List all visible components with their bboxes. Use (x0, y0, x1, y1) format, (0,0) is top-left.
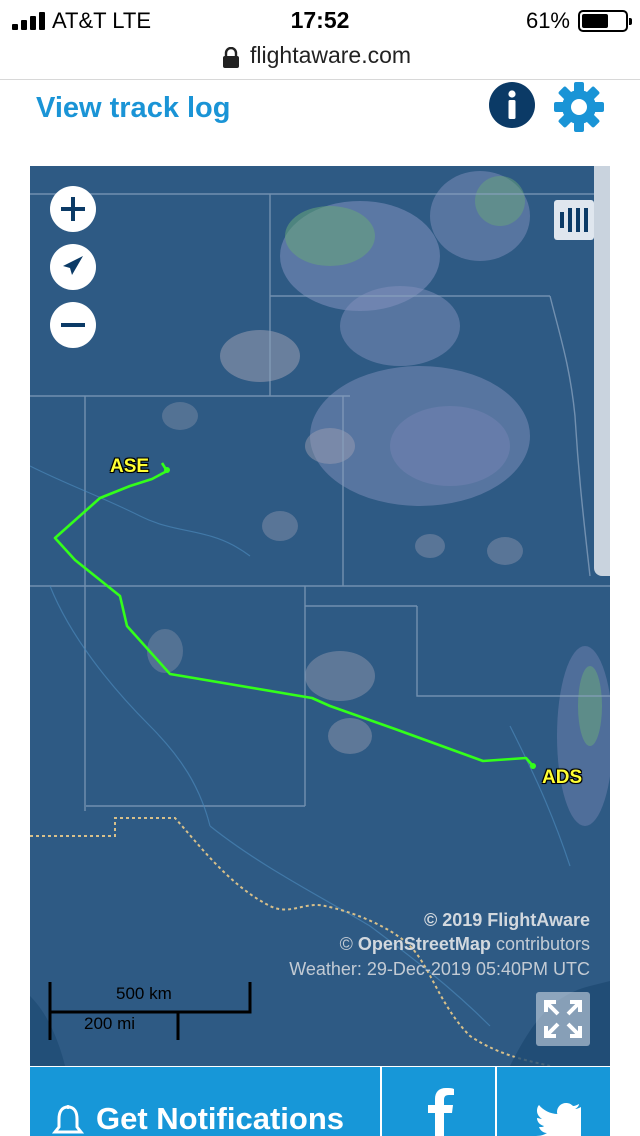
zoom-out-icon (61, 323, 85, 327)
address-bar[interactable]: flightaware.com (0, 38, 640, 80)
gear-icon (554, 82, 604, 132)
zoom-in-button[interactable] (50, 186, 96, 232)
flightaware-attribution: © 2019 FlightAware (424, 910, 590, 930)
page-header: View track log (0, 80, 640, 150)
scale-mi-label: 200 mi (84, 1014, 136, 1033)
zoom-in-icon (61, 197, 85, 221)
destination-marker (530, 763, 536, 769)
url-text[interactable]: flightaware.com (250, 42, 411, 69)
bottom-action-bar: Get Notifications (30, 1067, 610, 1136)
weather-radar-layer (147, 171, 610, 826)
flight-map[interactable]: ASE ADS © 2019 FlightAware © OpenStreetM… (30, 166, 610, 1066)
destination-airport-label[interactable]: ADS (542, 767, 582, 789)
facebook-share-button[interactable] (380, 1067, 494, 1136)
layers-button[interactable] (554, 200, 594, 240)
layers-icon (560, 208, 588, 232)
osm-suffix: contributors (495, 934, 590, 954)
osm-copyright-symbol: © (339, 934, 353, 954)
status-bar: AT&T LTE 17:52 61% (0, 0, 640, 42)
compass-button[interactable] (50, 244, 96, 290)
get-notifications-button[interactable]: Get Notifications (30, 1067, 378, 1136)
info-button[interactable] (489, 82, 535, 128)
battery-icon (578, 10, 632, 32)
osm-link[interactable]: OpenStreetMap (358, 934, 491, 954)
get-notifications-label: Get Notifications (96, 1101, 345, 1136)
origin-airport-label[interactable]: ASE (110, 456, 149, 478)
settings-button[interactable] (552, 80, 606, 134)
origin-marker (164, 467, 170, 473)
scale-km-label: 500 km (116, 984, 172, 1003)
map-scale: 500 km 200 mi (48, 982, 252, 1040)
lock-icon (223, 47, 239, 68)
osm-attribution: © OpenStreetMap contributors (340, 934, 590, 955)
bell-icon (52, 1105, 84, 1134)
side-panel-handle[interactable] (594, 166, 610, 576)
map-canvas[interactable] (30, 166, 610, 1066)
facebook-icon (428, 1088, 454, 1136)
twitter-share-button[interactable] (495, 1067, 610, 1136)
fullscreen-button[interactable] (536, 992, 590, 1046)
compass-icon (63, 256, 83, 275)
info-icon (508, 90, 516, 119)
flight-route (53, 462, 534, 767)
view-track-log-link[interactable]: View track log (36, 92, 231, 125)
zoom-out-button[interactable] (50, 302, 96, 348)
twitter-icon (536, 1103, 581, 1136)
expand-icon (544, 1000, 582, 1038)
weather-timestamp: Weather: 29-Dec-2019 05:40PM UTC (289, 959, 590, 979)
battery-percent: 61% (525, 8, 570, 33)
